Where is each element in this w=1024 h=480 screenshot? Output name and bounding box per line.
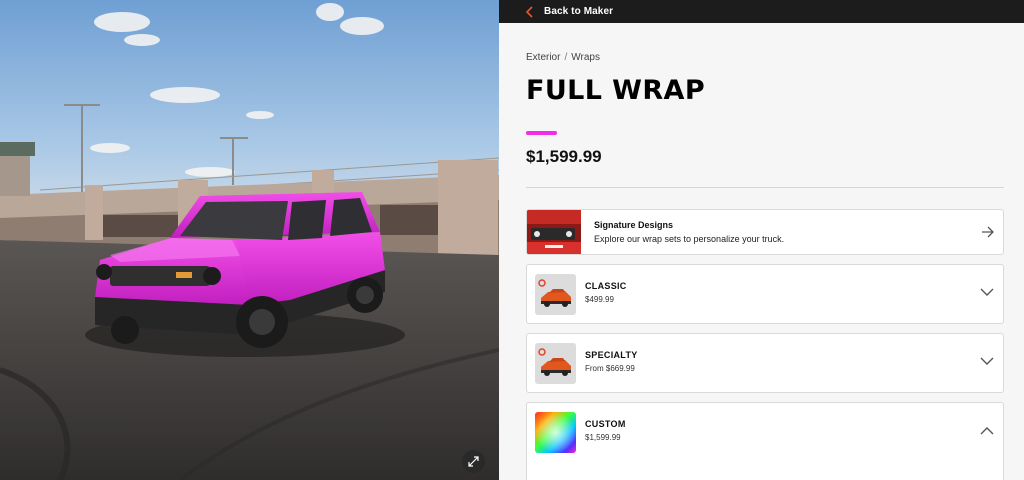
chevron-left-icon — [525, 5, 533, 18]
signature-designs-title: Signature Designs — [594, 220, 674, 230]
wrap-option-specialty[interactable]: SPECIALTY From $669.99 — [526, 333, 1004, 393]
vehicle-render — [0, 0, 499, 480]
signature-designs-card[interactable]: Signature Designs Explore our wrap sets … — [526, 209, 1004, 255]
back-to-maker-link[interactable]: Back to Maker — [499, 0, 1024, 23]
classic-price: $499.99 — [585, 295, 614, 304]
wrap-option-classic[interactable]: CLASSIC $499.99 — [526, 264, 1004, 324]
breadcrumb-exterior[interactable]: Exterior — [526, 52, 560, 63]
custom-color-wheel-thumbnail — [535, 412, 576, 453]
classic-thumbnail — [535, 274, 576, 315]
specialty-thumbnail — [535, 343, 576, 384]
divider — [526, 187, 1004, 188]
vehicle-viewer[interactable] — [0, 0, 499, 480]
expand-view-button[interactable] — [462, 450, 485, 473]
signature-designs-thumbnail — [527, 210, 581, 254]
product-price: $1,599.99 — [526, 147, 602, 166]
expand-icon — [468, 456, 479, 467]
back-to-maker-label: Back to Maker — [544, 6, 614, 17]
chevron-down-icon — [980, 288, 994, 296]
signature-designs-description: Explore our wrap sets to personalize you… — [594, 234, 785, 244]
custom-name: CUSTOM — [585, 419, 626, 429]
specialty-price: From $669.99 — [585, 364, 635, 373]
breadcrumb: Exterior / Wraps — [526, 52, 600, 63]
chevron-down-icon — [980, 357, 994, 365]
arrow-right-icon — [982, 226, 994, 238]
chevron-up-icon — [980, 427, 994, 435]
breadcrumb-separator: / — [564, 52, 568, 63]
custom-price: $1,599.99 — [585, 433, 621, 442]
classic-name: CLASSIC — [585, 281, 627, 291]
wrap-option-custom[interactable]: CUSTOM $1,599.99 — [526, 402, 1004, 480]
breadcrumb-wraps[interactable]: Wraps — [571, 52, 600, 63]
accent-bar — [526, 131, 557, 135]
configurator-panel: Back to Maker Exterior / Wraps FULL WRAP… — [499, 0, 1024, 480]
page-title: FULL WRAP — [526, 75, 706, 106]
specialty-name: SPECIALTY — [585, 350, 638, 360]
